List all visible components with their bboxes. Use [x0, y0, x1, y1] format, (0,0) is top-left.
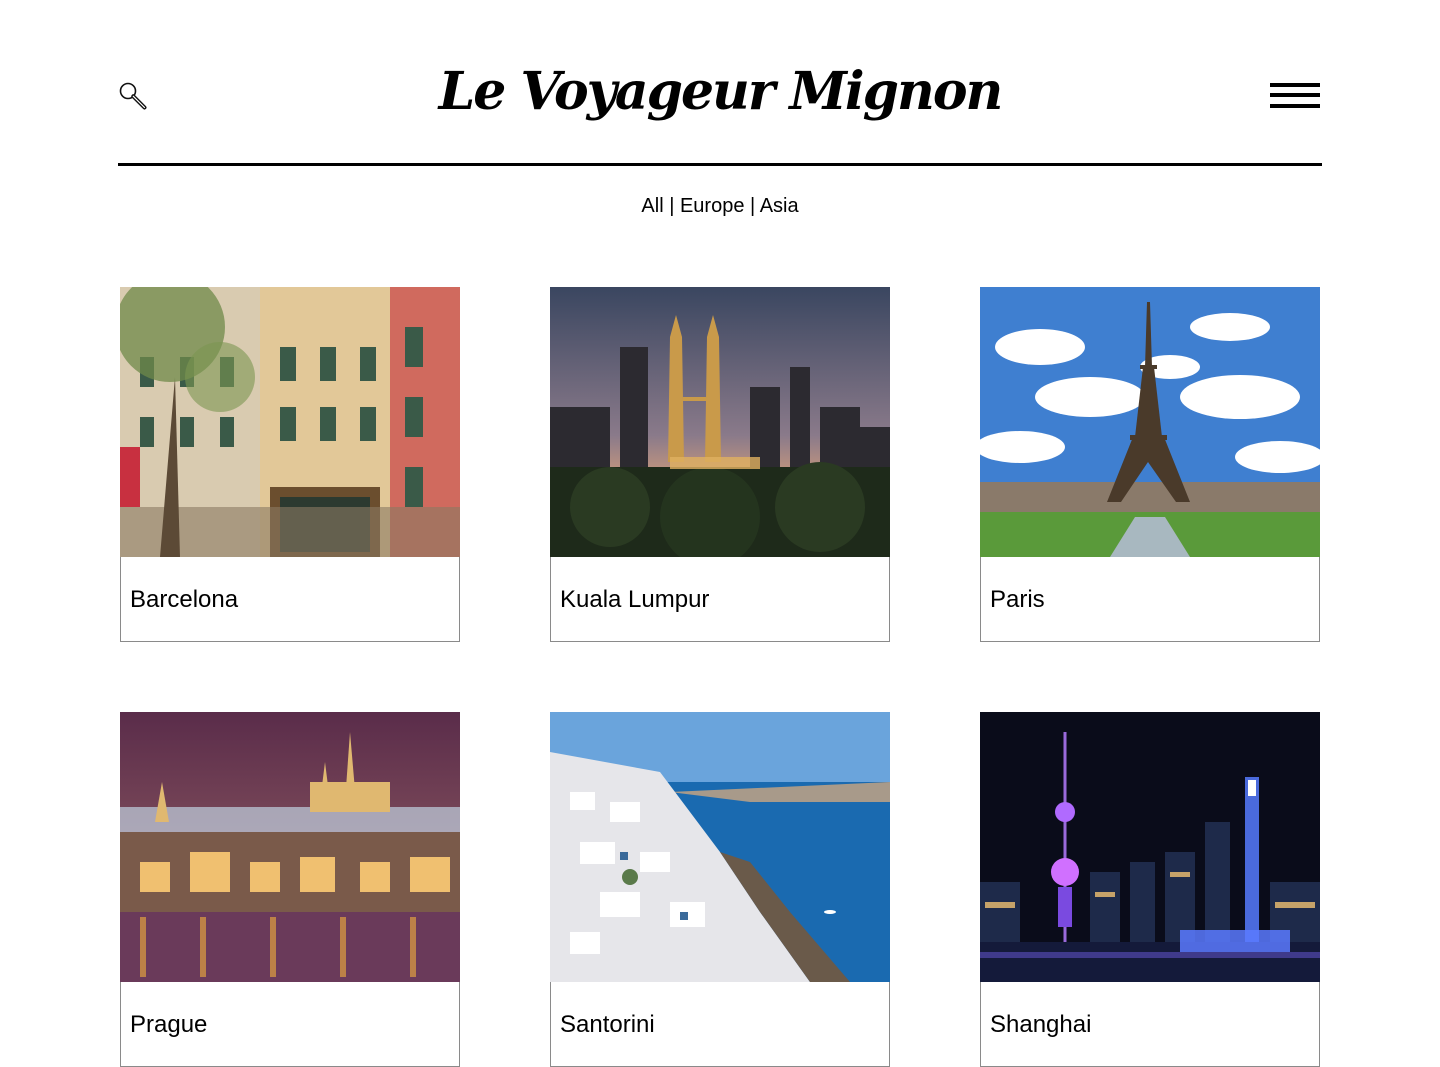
- destination-name: Shanghai: [990, 1011, 1092, 1038]
- site-logo[interactable]: Le Voyageur Mignon: [118, 52, 1322, 132]
- destination-card-kuala-lumpur[interactable]: Kuala Lumpur: [550, 287, 890, 642]
- destination-photo: [550, 712, 890, 982]
- hamburger-line: [1270, 93, 1320, 97]
- hamburger-line: [1270, 104, 1320, 108]
- filter-europe[interactable]: Europe: [680, 195, 745, 217]
- destination-card-shanghai[interactable]: Shanghai: [980, 712, 1320, 1067]
- hamburger-menu-button[interactable]: [1270, 83, 1320, 110]
- filter-separator: |: [750, 195, 756, 217]
- destination-photo: [980, 287, 1320, 557]
- destination-name: Paris: [990, 586, 1045, 613]
- destination-photo: [120, 712, 460, 982]
- filter-asia[interactable]: Asia: [760, 195, 799, 217]
- destination-card-barcelona[interactable]: Barcelona: [120, 287, 460, 642]
- destination-name: Prague: [130, 1011, 208, 1038]
- site-header: Le Voyageur Mignon: [118, 0, 1322, 168]
- destination-card-santorini[interactable]: Santorini: [550, 712, 890, 1067]
- region-filter-nav: All | Europe | Asia: [0, 194, 1440, 218]
- destination-name: Kuala Lumpur: [560, 586, 710, 613]
- filter-separator: |: [669, 195, 675, 217]
- destination-card-prague[interactable]: Prague: [120, 712, 460, 1067]
- destination-card-paris[interactable]: Paris: [980, 287, 1320, 642]
- destination-photo: [120, 287, 460, 557]
- hamburger-menu-icon: [1270, 83, 1320, 87]
- destination-photo: [550, 287, 890, 557]
- filter-all[interactable]: All: [641, 195, 663, 217]
- header-divider: [118, 163, 1322, 166]
- destination-photo: [980, 712, 1320, 982]
- destination-name: Santorini: [560, 1011, 655, 1038]
- destination-name: Barcelona: [130, 586, 239, 613]
